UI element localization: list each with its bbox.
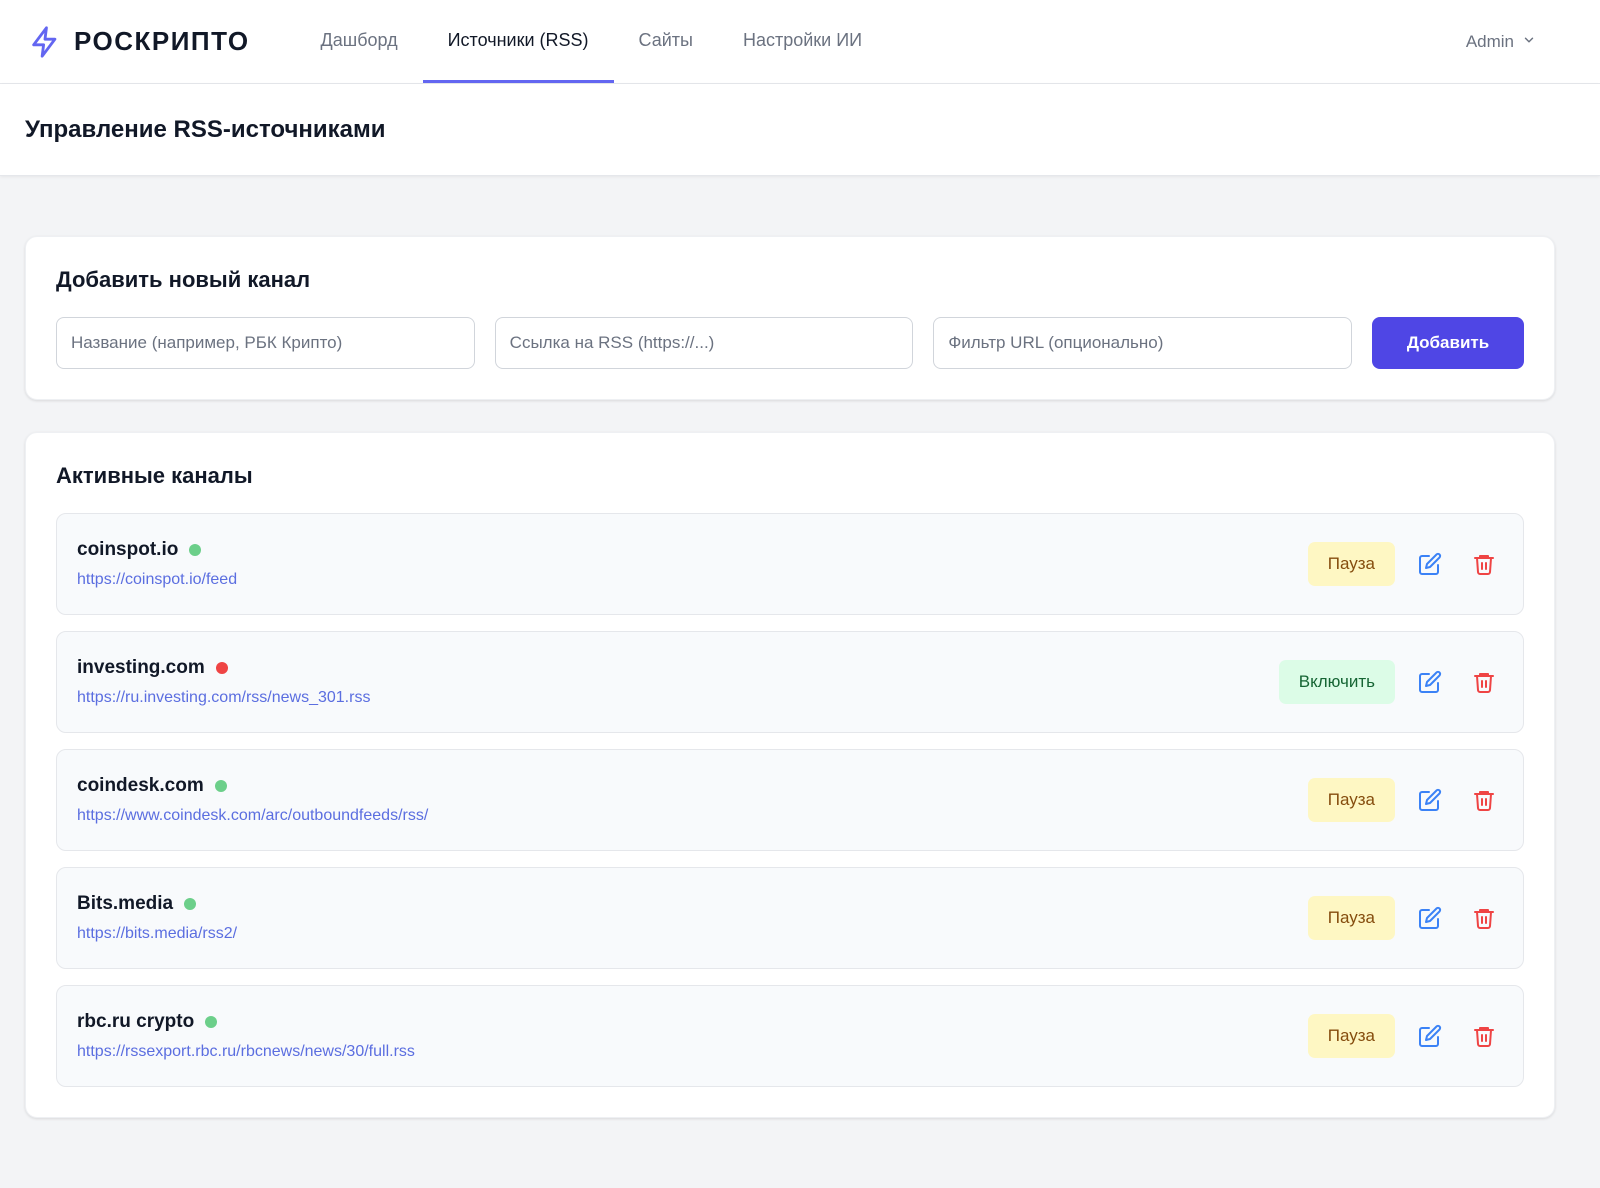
status-dot <box>205 1016 218 1028</box>
nav-links: Дашборд Источники (RSS) Сайты Настройки … <box>296 0 888 83</box>
page-header: Управление RSS-источниками <box>0 84 1600 176</box>
add-feed-title: Добавить новый канал <box>56 267 311 292</box>
feed-row: investing.com https://ru.investing.com/r… <box>56 631 1524 733</box>
active-feeds-title: Активные каналы <box>56 463 253 488</box>
edit-icon[interactable] <box>1411 663 1449 701</box>
trash-icon[interactable] <box>1465 545 1503 583</box>
nav-item-rss-sources[interactable]: Источники (RSS) <box>422 0 614 83</box>
status-dot <box>214 780 227 792</box>
main-content: Добавить новый канал Добавить Активные к… <box>0 176 1600 1118</box>
feed-name: investing.com <box>77 657 205 678</box>
feed-row: coinspot.io https://coinspot.io/feed Пау… <box>56 513 1524 615</box>
status-dot <box>215 662 228 674</box>
feed-url-link[interactable]: https://www.coindesk.com/arc/outboundfee… <box>77 807 1308 825</box>
brand[interactable]: РОСКРИПТО <box>28 0 250 83</box>
nav-item-sites[interactable]: Сайты <box>614 0 718 83</box>
feed-url-link[interactable]: https://bits.media/rss2/ <box>77 925 1308 943</box>
pause-button[interactable]: Пауза <box>1307 1014 1395 1058</box>
pause-button[interactable]: Пауза <box>1307 778 1395 822</box>
trash-icon[interactable] <box>1465 663 1503 701</box>
nav-item-dashboard[interactable]: Дашборд <box>296 0 423 83</box>
url-filter-input[interactable] <box>933 317 1353 369</box>
user-menu[interactable]: Admin <box>1466 0 1572 83</box>
feed-name: rbc.ru crypto <box>77 1011 195 1032</box>
chevron-down-icon <box>1522 32 1536 52</box>
trash-icon[interactable] <box>1465 899 1503 937</box>
add-feed-form: Добавить <box>56 317 1525 369</box>
lightning-icon <box>28 25 62 59</box>
add-feed-button[interactable]: Добавить <box>1372 317 1525 369</box>
pause-button[interactable]: Пауза <box>1307 542 1395 586</box>
trash-icon[interactable] <box>1465 781 1503 819</box>
feed-row: rbc.ru crypto https://rssexport.rbc.ru/r… <box>56 985 1524 1087</box>
top-nav: РОСКРИПТО Дашборд Источники (RSS) Сайты … <box>0 0 1600 84</box>
feed-url-link[interactable]: https://rssexport.rbc.ru/rbcnews/news/30… <box>77 1043 1308 1061</box>
feed-name: coinspot.io <box>77 539 179 560</box>
feed-url-input[interactable] <box>494 317 914 369</box>
brand-name: РОСКРИПТО <box>74 26 250 56</box>
feed-list: coinspot.io https://coinspot.io/feed Пау… <box>56 513 1524 1087</box>
pause-button[interactable]: Пауза <box>1307 896 1395 940</box>
feed-row: coindesk.com https://www.coindesk.com/ar… <box>56 749 1524 851</box>
add-feed-card: Добавить новый канал Добавить <box>25 236 1555 400</box>
edit-icon[interactable] <box>1411 1017 1449 1055</box>
edit-icon[interactable] <box>1411 899 1449 937</box>
feed-name: coindesk.com <box>77 775 204 796</box>
feed-url-link[interactable]: https://coinspot.io/feed <box>77 571 1308 589</box>
page-title: Управление RSS-источниками <box>25 115 386 143</box>
feed-name: Bits.media <box>77 893 174 914</box>
nav-item-ai-settings[interactable]: Настройки ИИ <box>718 0 887 83</box>
status-dot <box>184 898 197 910</box>
edit-icon[interactable] <box>1411 545 1449 583</box>
feed-row: Bits.media https://bits.media/rss2/ Пауз… <box>56 867 1524 969</box>
feed-url-link[interactable]: https://ru.investing.com/rss/news_301.rs… <box>77 689 1279 707</box>
edit-icon[interactable] <box>1411 781 1449 819</box>
status-dot <box>189 544 202 556</box>
trash-icon[interactable] <box>1465 1017 1503 1055</box>
active-feeds-card: Активные каналы coinspot.io https://coin… <box>25 432 1555 1118</box>
enable-button[interactable]: Включить <box>1278 660 1395 704</box>
user-name: Admin <box>1465 31 1514 51</box>
feed-name-input[interactable] <box>56 317 475 369</box>
